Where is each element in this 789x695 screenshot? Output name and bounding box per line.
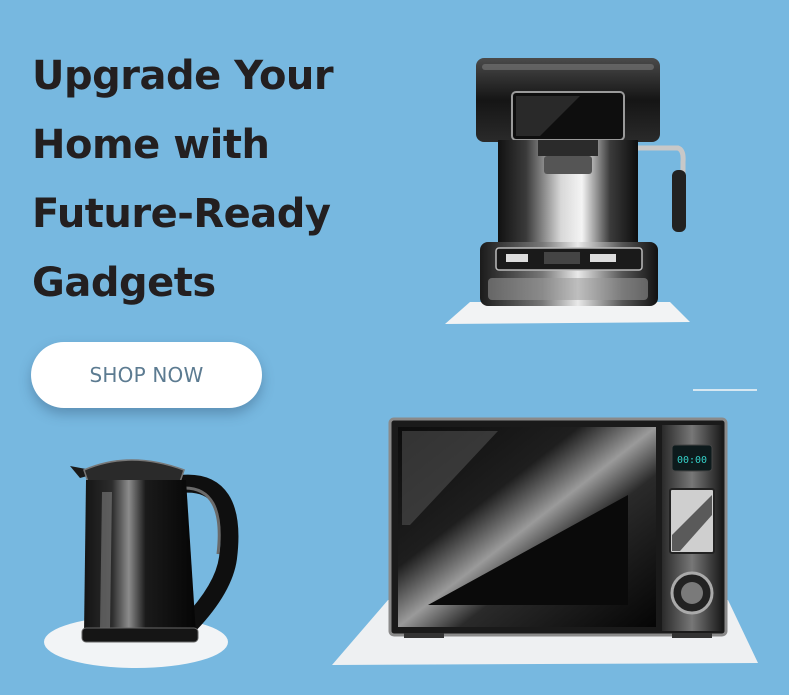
promo-banner: Upgrade Your Home with Future-Ready Gadg…	[0, 0, 789, 695]
headline-line-1: Upgrade Your	[32, 53, 334, 99]
microwave-image: 00:00	[328, 385, 768, 668]
headline-line-2: Home with	[32, 122, 270, 168]
headline: Upgrade Your Home with Future-Ready Gadg…	[32, 42, 392, 318]
kettle-image	[40, 448, 250, 670]
headline-line-4: Gadgets	[32, 260, 216, 306]
shop-now-button[interactable]: SHOP NOW	[31, 342, 262, 408]
coffee-machine-image	[440, 52, 695, 330]
microwave-display: 00:00	[677, 455, 707, 466]
headline-line-3: Future-Ready	[32, 191, 331, 237]
kettle-icon	[44, 459, 239, 668]
microwave-icon: 00:00	[332, 389, 758, 665]
coffee-machine-icon	[445, 58, 690, 324]
